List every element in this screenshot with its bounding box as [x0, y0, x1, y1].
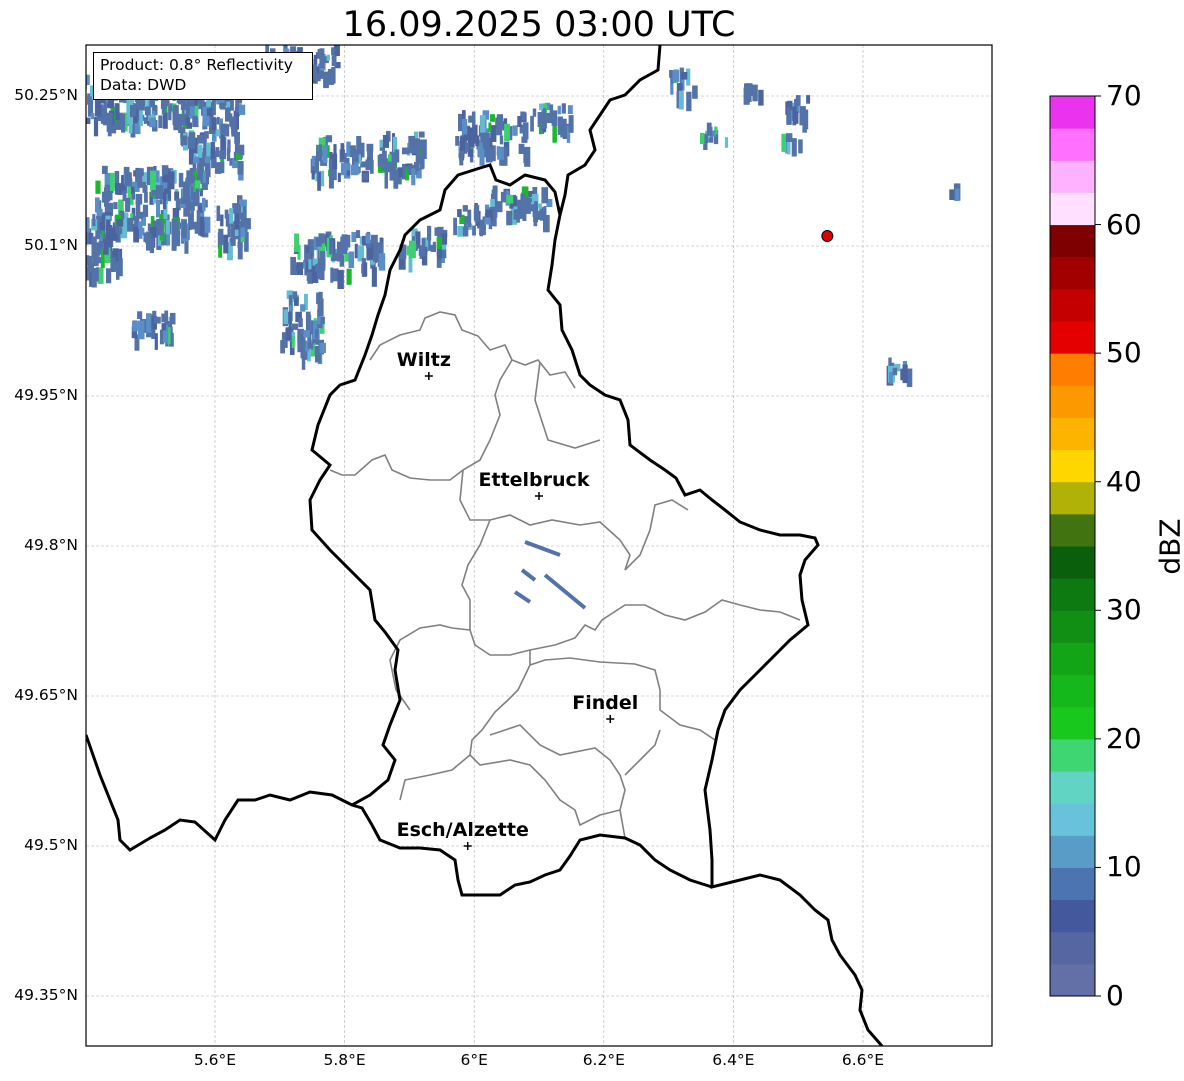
colorbar-segment [1050, 578, 1095, 611]
borders [86, 45, 884, 1046]
data-source-label: Data: DWD [100, 76, 187, 94]
colorbar-segment [1050, 674, 1095, 708]
colorbar-segment [1050, 449, 1095, 483]
city-label: Esch/Alzette [397, 819, 529, 841]
colorbar-segment [1050, 931, 1095, 965]
colorbar-segment [1050, 224, 1095, 258]
radar-echoes [86, 45, 961, 610]
colorbar-tick-label: 70 [1106, 79, 1142, 112]
info-box: Product: 0.8° Reflectivity Data: DWD [93, 52, 313, 100]
city-cross-icon [424, 372, 433, 380]
lat-tick-label: 49.5°N [24, 836, 78, 854]
lat-tick-label: 49.65°N [14, 686, 78, 704]
colorbar-segment [1050, 417, 1095, 451]
product-label: Product: 0.8° Reflectivity [100, 56, 293, 74]
colorbar-segment [1050, 160, 1095, 193]
lon-tick-label: 5.6°E [193, 1051, 237, 1069]
lon-tick-label: 6.4°E [712, 1051, 755, 1069]
colorbar-segment [1050, 867, 1095, 901]
colorbar-segment [1050, 771, 1095, 804]
lat-tick-label: 49.8°N [24, 536, 78, 554]
lat-tick-label: 49.95°N [14, 386, 78, 404]
colorbar-tick-label: 10 [1106, 850, 1142, 884]
colorbar-segment [1050, 192, 1095, 226]
lon-tick-label: 6.6°E [841, 1051, 885, 1069]
colorbar-label: dBZ [1153, 518, 1184, 575]
colorbar-segment [1050, 353, 1095, 386]
city-0: Wiltz [397, 349, 451, 380]
city-2: Findel [572, 692, 638, 723]
lat-tick-label: 49.35°N [14, 986, 78, 1004]
country-border [546, 45, 884, 1046]
city-3: Esch/Alzette [397, 819, 529, 850]
lat-tick-label: 50.25°N [14, 86, 78, 104]
colorbar-segment [1050, 899, 1095, 933]
colorbar-segment [1050, 546, 1095, 579]
city-label: Findel [572, 692, 638, 714]
colorbar-segment [1050, 288, 1095, 322]
colorbar-segment [1050, 513, 1095, 547]
lat-tick-label: 50.1°N [24, 236, 78, 254]
colorbar-segment [1050, 385, 1095, 418]
radar-map: Wiltz Ettelbruck Findel Esch/Alzette [85, 44, 1101, 1047]
colorbar-tick-label: 50 [1106, 336, 1142, 370]
lon-tick-label: 5.8°E [323, 1051, 366, 1069]
city-label: Wiltz [397, 349, 451, 371]
colorbar-segment [1050, 963, 1095, 997]
colorbar-segment [1050, 96, 1095, 129]
colorbar-tick-label: 30 [1106, 593, 1142, 627]
city-label: Ettelbruck [479, 469, 590, 491]
colorbar-segment [1050, 481, 1095, 515]
radar-site-marker [821, 230, 834, 242]
colorbar-segment [1050, 321, 1095, 354]
colorbar-segment [1050, 128, 1095, 161]
colorbar-segment [1050, 738, 1095, 772]
colorbar-segment [1050, 835, 1095, 868]
colorbar-segment [1050, 642, 1095, 676]
colorbar [1049, 95, 1101, 997]
city-1: Ettelbruck [479, 469, 590, 500]
colorbar-segment [1050, 610, 1095, 643]
colorbar-tick-label: 0 [1106, 979, 1124, 1012]
lon-tick-label: 6°E [460, 1051, 488, 1069]
lon-tick-label: 6.2°E [582, 1051, 625, 1069]
colorbar-segment [1050, 706, 1095, 740]
colorbar-tick-label: 20 [1106, 721, 1142, 755]
colorbar-segment [1050, 803, 1095, 836]
city-cross-icon [535, 492, 543, 500]
city-cross-icon [463, 842, 472, 850]
colorbar-segment [1050, 256, 1095, 290]
colorbar-tick-label: 40 [1106, 464, 1142, 498]
city-cross-icon [606, 715, 615, 723]
colorbar-tick-label: 60 [1106, 207, 1142, 241]
